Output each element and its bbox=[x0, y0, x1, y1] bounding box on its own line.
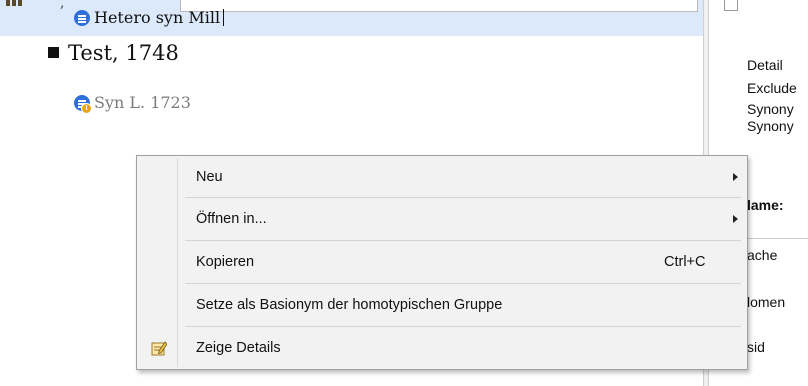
menu-item-label: Neu bbox=[196, 169, 223, 185]
details-toolbar-box bbox=[724, 0, 738, 11]
synonym-option-label-1[interactable]: Synony bbox=[747, 101, 794, 117]
submenu-arrow-icon bbox=[733, 215, 738, 223]
detail-section-label: Detail bbox=[747, 57, 783, 73]
field-label-cache: ache bbox=[747, 247, 778, 263]
menu-item-new[interactable]: Neu bbox=[139, 159, 745, 195]
tree-header-mark: , bbox=[60, 0, 65, 11]
menu-item-copy[interactable]: Kopieren Ctrl+C bbox=[139, 244, 745, 280]
filter-input[interactable] bbox=[180, 0, 698, 12]
tree-node-synonym[interactable]: ! Syn L. 1723 bbox=[74, 90, 191, 116]
name-section-title: lame: bbox=[747, 197, 784, 213]
selected-name-editor[interactable]: Hetero syn Mill bbox=[94, 8, 220, 27]
menu-item-open-in[interactable]: Öffnen in... bbox=[139, 201, 745, 237]
submenu-arrow-icon bbox=[733, 173, 738, 181]
menu-item-label: Zeige Details bbox=[196, 340, 281, 356]
field-label-uuid: sid bbox=[747, 339, 765, 355]
context-menu: Neu Öffnen in... Kopieren Ctrl+C Setze a… bbox=[136, 155, 748, 370]
details-divider bbox=[739, 238, 808, 239]
menu-separator bbox=[185, 283, 741, 284]
menu-item-label: Kopieren bbox=[196, 254, 255, 270]
accepted-name-label: Test, 1748 bbox=[68, 41, 179, 65]
menu-item-shortcut: Ctrl+C bbox=[664, 254, 706, 270]
menu-item-label: Öffnen in... bbox=[196, 211, 267, 227]
edit-details-icon bbox=[151, 341, 167, 356]
field-label-nomen: lomen bbox=[747, 294, 786, 310]
menu-separator bbox=[185, 197, 741, 198]
exclude-checkbox-label[interactable]: Exclude bbox=[747, 80, 797, 96]
tree-node-accepted[interactable]: Test, 1748 bbox=[48, 38, 179, 68]
menu-separator bbox=[185, 240, 741, 241]
menu-item-set-basionym[interactable]: Setze als Basionym der homotypischen Gru… bbox=[139, 287, 745, 323]
synonym-name-label: Syn L. 1723 bbox=[94, 93, 191, 112]
synonym-warning-icon: ! bbox=[74, 95, 92, 114]
heterotypic-synonym-icon bbox=[74, 10, 90, 26]
menu-item-label: Setze als Basionym der homotypischen Gru… bbox=[196, 297, 503, 313]
menu-separator bbox=[185, 326, 741, 327]
synonym-option-label-2[interactable]: Synony bbox=[747, 118, 794, 134]
text-caret bbox=[223, 9, 225, 26]
accepted-name-bullet-icon bbox=[48, 47, 59, 58]
menu-item-show-details[interactable]: Zeige Details bbox=[139, 330, 745, 366]
tree-header-icon bbox=[6, 0, 26, 8]
